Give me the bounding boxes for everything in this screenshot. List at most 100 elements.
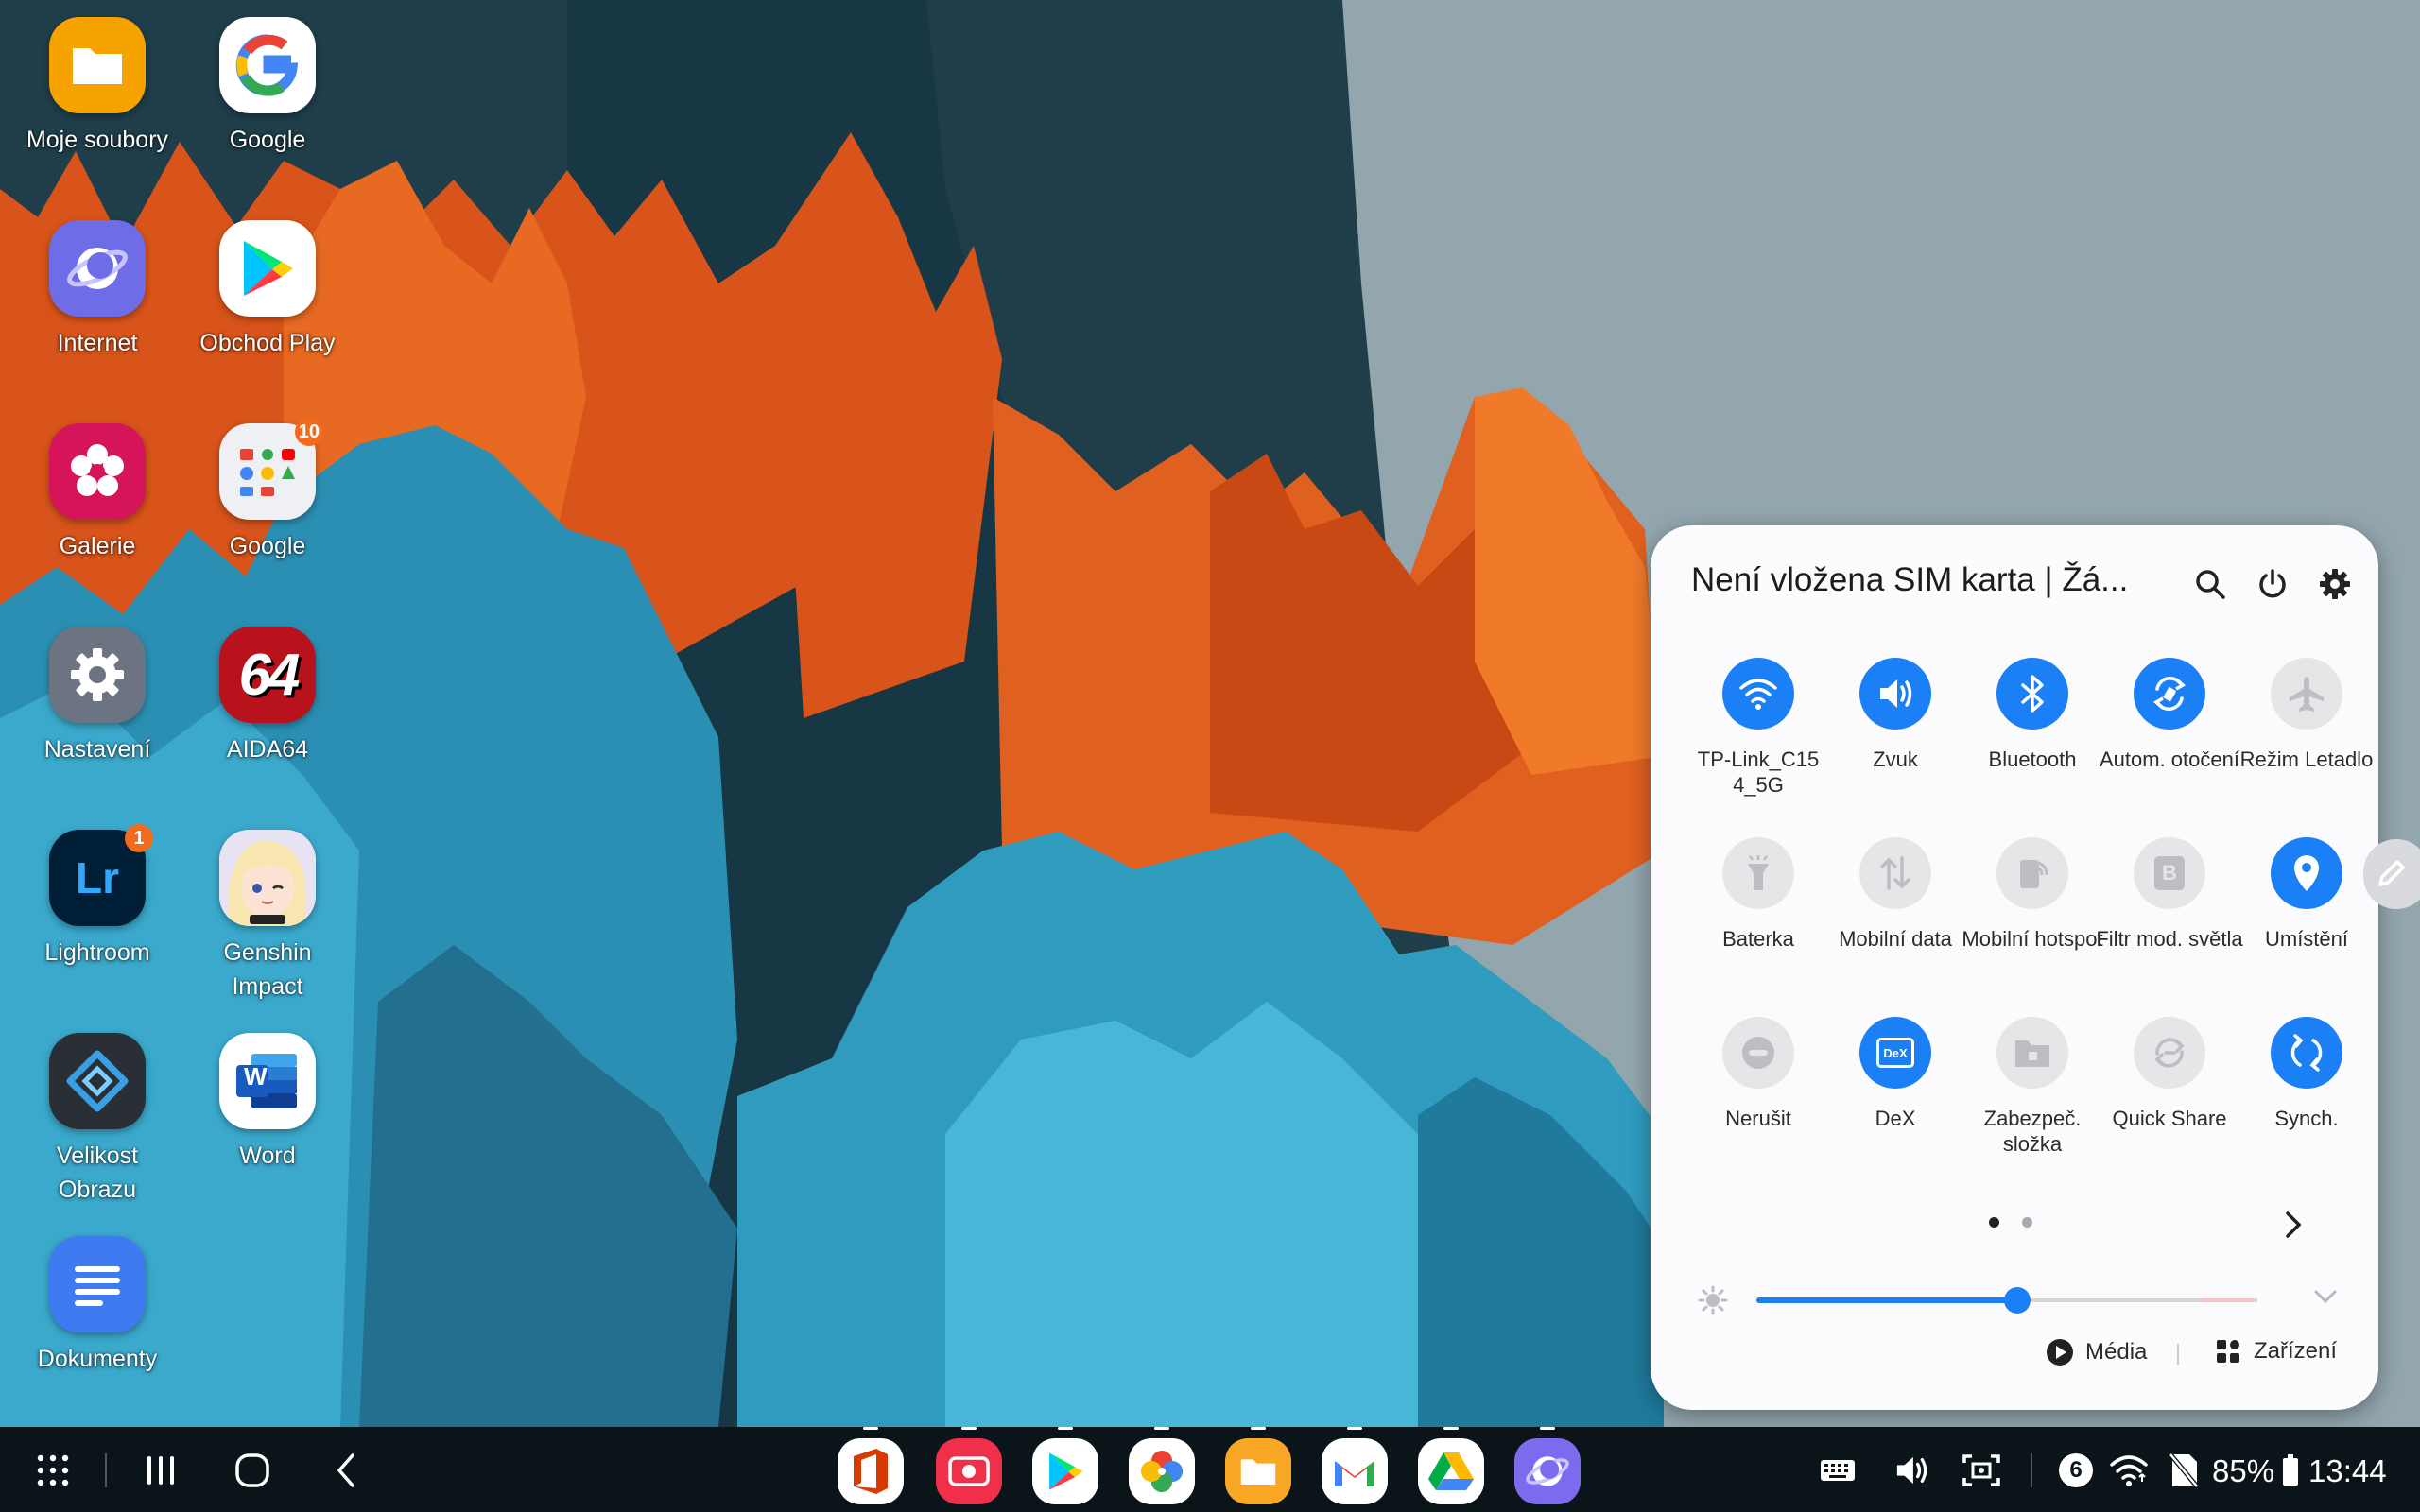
tile-dex[interactable]: DeX DeX	[1820, 1017, 1971, 1131]
brightness-sun-icon	[1698, 1285, 1728, 1320]
tile-secure-folder[interactable]: Zabezpeč. složka	[1957, 1017, 2108, 1157]
tray-divider	[2031, 1453, 2032, 1487]
tile-do-not-disturb[interactable]: Nerušit	[1683, 1017, 1834, 1131]
brightness-slider-fill	[1756, 1297, 2017, 1303]
word-icon: W	[219, 1033, 316, 1129]
desktop-icon-velikost-obrazu[interactable]: Velikost Obrazu	[12, 1033, 182, 1207]
devices-button[interactable]: Zařízení	[2216, 1338, 2337, 1365]
pencil-icon	[2378, 860, 2405, 886]
tile-hotspot[interactable]: Mobilní hotspot	[1957, 837, 2108, 952]
tile-quick-share[interactable]: Quick Share	[2094, 1017, 2245, 1131]
desktop-icon-label: Lightroom	[44, 939, 150, 966]
tile-mobile-data[interactable]: Mobilní data	[1820, 837, 1971, 952]
expand-chevron-down-icon[interactable]	[2312, 1287, 2339, 1311]
desktop-icon-google[interactable]: Google	[182, 17, 353, 157]
brightness-control	[1651, 1272, 2378, 1329]
desktop-icon-galerie[interactable]: Galerie	[12, 423, 182, 563]
google-folder-icon: 10	[219, 418, 323, 520]
edit-tiles-tab[interactable]	[2363, 839, 2420, 909]
dex-icon: DeX	[1859, 1017, 1931, 1089]
desktop-icon-label: Genshin Impact	[223, 939, 312, 1000]
next-page-chevron-icon[interactable]	[2274, 1206, 2312, 1244]
desktop-icon-label: AIDA64	[226, 736, 309, 763]
page-dot[interactable]	[2022, 1217, 2033, 1228]
lightroom-icon: Lr 1	[49, 824, 153, 926]
google-drive-app-icon[interactable]	[1418, 1427, 1484, 1504]
location-icon	[2271, 837, 2342, 909]
my-files-app-icon[interactable]	[1225, 1427, 1291, 1504]
running-indicator	[1540, 1427, 1555, 1430]
tile-bluetooth[interactable]: Bluetooth	[1957, 658, 2108, 772]
home-icon[interactable]	[232, 1450, 273, 1491]
tile-wifi[interactable]: TP-Link_C15 4_5G	[1683, 658, 1834, 798]
no-sim-icon	[2165, 1452, 2203, 1489]
tile-sound[interactable]: Zvuk	[1820, 658, 1971, 772]
desktop-icon-moje-soubory[interactable]: Moje soubory	[12, 17, 182, 157]
tile-sync[interactable]: Synch.	[2231, 1017, 2382, 1131]
google-g-icon	[219, 17, 316, 113]
play-store-app-icon[interactable]	[1032, 1427, 1098, 1504]
sync-icon	[2271, 1017, 2342, 1089]
notification-count-badge[interactable]: 6	[2059, 1453, 2093, 1487]
desktop-icon-internet[interactable]: Internet	[12, 220, 182, 360]
wifi-status-icon	[2106, 1450, 2152, 1491]
screen-recorder-app-icon[interactable]	[936, 1427, 1002, 1504]
desktop-icon-label: Google	[229, 127, 306, 153]
apps-grid-icon[interactable]	[32, 1450, 74, 1491]
office-app-icon[interactable]	[838, 1427, 904, 1504]
desktop-icon-nastaveni[interactable]: Nastavení	[12, 627, 182, 766]
running-indicator	[1154, 1427, 1169, 1430]
screen-capture-icon[interactable]	[1961, 1452, 2002, 1489]
back-icon[interactable]	[325, 1450, 367, 1491]
desktop-icon-label: Dokumenty	[37, 1346, 158, 1372]
recent-apps-icon[interactable]	[140, 1450, 182, 1491]
play-store-icon	[219, 220, 316, 317]
tile-location[interactable]: Umístění	[2231, 837, 2382, 952]
keyboard-icon[interactable]	[1817, 1452, 1858, 1489]
mobile-data-icon	[1859, 837, 1931, 909]
tile-blue-light-filter[interactable]: B Filtr mod. světla	[2094, 837, 2245, 952]
devices-grid-icon	[2217, 1340, 2239, 1363]
running-indicator	[1058, 1427, 1073, 1430]
desktop-icon-label: Word	[239, 1143, 296, 1169]
volume-icon[interactable]	[1891, 1452, 1932, 1489]
bottom-divider	[2177, 1344, 2179, 1365]
clock[interactable]: 13:44	[2308, 1453, 2387, 1489]
desktop-icon-google-folder[interactable]: 10 Google	[182, 418, 353, 563]
notification-badge: 1	[125, 824, 153, 852]
settings-icon[interactable]	[2314, 563, 2356, 605]
samsung-internet-app-icon[interactable]	[1514, 1427, 1581, 1504]
desktop-icon-word[interactable]: W Word	[182, 1033, 353, 1173]
running-indicator	[863, 1427, 878, 1430]
gmail-app-icon[interactable]	[1322, 1427, 1388, 1504]
google-photos-app-icon[interactable]	[1129, 1427, 1195, 1504]
quick-share-icon	[2134, 1017, 2205, 1089]
tile-flashlight[interactable]: Baterka	[1683, 837, 1834, 952]
aida64-icon: 64	[219, 627, 316, 723]
search-icon[interactable]	[2189, 563, 2231, 605]
media-button[interactable]: Média	[2046, 1338, 2147, 1366]
bluetooth-icon	[1996, 658, 2068, 730]
desktop-icon-label: Google	[229, 533, 306, 559]
desktop-icon-genshin-impact[interactable]: Genshin Impact	[182, 830, 353, 1004]
flashlight-icon	[1722, 837, 1794, 909]
tile-airplane-mode[interactable]: Režim Letadlo	[2231, 658, 2382, 772]
taskbar-divider	[105, 1453, 107, 1487]
tile-auto-rotate[interactable]: Autom. otočení	[2094, 658, 2245, 772]
desktop-icon-lightroom[interactable]: Lr 1 Lightroom	[12, 824, 182, 970]
desktop-icon-dokumenty[interactable]: Dokumenty	[12, 1236, 182, 1376]
media-play-icon	[2047, 1339, 2073, 1366]
desktop-icon-aida64[interactable]: 64 AIDA64	[182, 627, 353, 766]
battery-icon	[2280, 1452, 2301, 1489]
do-not-disturb-icon	[1722, 1017, 1794, 1089]
desktop-icon-obchod-play[interactable]: Obchod Play	[182, 220, 353, 360]
power-icon[interactable]	[2252, 563, 2293, 605]
quick-panel-title: Není vložena SIM karta | Žá...	[1691, 561, 2129, 598]
brightness-slider-thumb[interactable]	[2003, 1287, 2031, 1314]
folder-icon	[49, 17, 146, 113]
quick-settings-panel: Není vložena SIM karta | Žá... TP-Link_C…	[1651, 525, 2378, 1410]
page-dot-active[interactable]	[1989, 1217, 1999, 1228]
page-indicator	[1989, 1215, 2051, 1232]
blue-light-filter-icon: B	[2134, 837, 2205, 909]
desktop-icon-label: Velikost Obrazu	[56, 1143, 139, 1203]
